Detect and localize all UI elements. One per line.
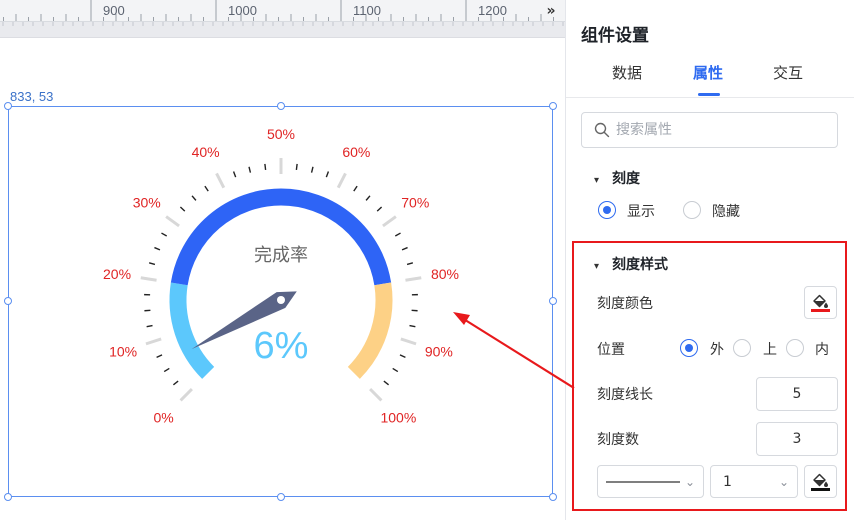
paint-bucket-icon [811,473,830,491]
gauge-minor-tick [232,171,237,178]
gauge-tick-label: 90% [425,343,453,359]
gauge-minor-tick [204,185,209,192]
gauge-tick-label: 10% [109,343,137,359]
section-scale-header[interactable]: ▾ 刻度 [594,168,640,188]
line-color-picker[interactable] [804,465,837,498]
gauge-minor-tick [146,324,153,328]
gauge-major-tick [215,172,226,189]
gauge-minor-tick [295,163,298,170]
gauge-tick-label: 0% [154,409,174,425]
line-length-input[interactable]: 5 [756,377,838,411]
design-canvas[interactable]: 900 1000 1100 1200 » 833, 53 0% 10% 20% 30%… [0,0,565,520]
gauge-tick-label: 30% [133,194,161,210]
gauge-minor-tick [172,380,179,386]
gauge-value: 6% [254,325,309,367]
scale-count-label: 刻度数 [597,432,639,448]
gauge-minor-tick [154,246,161,251]
active-tab-indicator [698,93,720,96]
gauge-segment-mid [170,188,392,286]
tab-properties[interactable]: 属性 [693,62,723,83]
gauge-minor-tick [383,380,390,386]
gauge-minor-tick [365,195,371,201]
radio-label: 外 [710,342,724,358]
radio-label: 内 [815,342,829,358]
radio-label: 显示 [627,204,655,220]
gauge-major-tick [179,388,193,402]
gauge-minor-tick [191,195,197,201]
gauge-minor-tick [179,206,186,212]
search-box[interactable] [581,112,838,148]
chevron-down-icon: ⌄ [778,475,789,489]
divider [566,97,854,98]
scale-count-input[interactable]: 3 [756,422,838,456]
solid-line-icon [606,481,680,483]
gauge-major-tick [165,215,180,228]
gauge-tick-label: 20% [103,266,131,282]
line-width-select[interactable]: 1 ⌄ [710,465,798,498]
gauge-minor-tick [325,171,330,178]
gauge-minor-tick [248,166,252,173]
gauge-major-tick [145,337,162,346]
search-input[interactable] [616,119,826,141]
color-swatch [811,309,830,312]
gauge-tick-label: 70% [401,194,429,210]
gauge-major-tick [369,388,383,402]
gauge-major-tick [336,172,347,189]
gauge-minor-tick [148,262,156,266]
search-icon [594,122,610,138]
gauge-minor-tick [161,232,168,237]
radio-label: 隐藏 [712,204,740,220]
scale-color-picker[interactable] [804,286,837,319]
line-length-label: 刻度线长 [597,387,653,403]
chevron-down-icon: ▾ [594,261,600,272]
gauge-tick-label: 100% [380,409,416,425]
gauge-major-tick [140,276,157,282]
gauge-minor-tick [310,166,314,173]
chevron-down-icon: ⌄ [684,475,695,489]
section-title: 刻度 [612,171,640,187]
chevron-down-icon: ▾ [594,175,600,186]
color-swatch [811,488,830,491]
radio-position-outside[interactable] [680,339,698,357]
scale-color-label: 刻度颜色 [597,296,653,312]
gauge-major-tick [382,215,397,228]
radio-show[interactable] [598,201,616,219]
panel-title: 组件设置 [581,26,649,46]
gauge-minor-tick [406,262,414,266]
gauge-tick-label: 40% [192,144,220,160]
gauge-minor-tick [353,185,358,192]
radio-hide[interactable] [683,201,701,219]
gauge-tick-label: 60% [342,144,370,160]
gauge-minor-tick [163,367,170,373]
gauge-title: 完成率 [254,245,308,266]
gauge-segment-high [347,282,393,379]
section-scale-style-header[interactable]: ▾ 刻度样式 [594,254,668,274]
settings-panel: 组件设置 数据 属性 交互 ▾刻度 显示 隐藏 ▾刻度样式 刻度颜色 位置 外 … [565,0,854,520]
gauge-segment-low [169,282,215,379]
tab-data[interactable]: 数据 [612,62,642,83]
section-title: 刻度样式 [612,257,668,273]
line-style-select[interactable]: ⌄ [597,465,704,498]
radio-position-on[interactable] [733,339,751,357]
gauge-minor-tick [156,354,163,358]
tab-interaction[interactable]: 交互 [773,62,803,83]
gauge-minor-tick [401,246,408,251]
paint-bucket-icon [811,294,830,312]
gauge-minor-tick [392,367,399,373]
gauge-tick-label: 80% [431,266,459,282]
radio-position-inside[interactable] [786,339,804,357]
gauge-minor-tick [394,232,401,237]
position-label: 位置 [597,342,625,358]
gauge-major-tick [400,337,417,346]
gauge-needle-pivot [277,296,285,304]
gauge-minor-tick [264,163,267,170]
line-width-value: 1 [723,474,732,490]
gauge-major-tick [405,276,422,282]
gauge-minor-tick [376,206,383,212]
gauge-tick-label: 50% [267,126,295,142]
gauge-chart: 0% 10% 20% 30% 40% 50% 60% 70% 80% 90% 100% 完成率 6% [103,126,459,425]
gauge-minor-tick [399,354,406,358]
gauge-minor-tick [409,324,416,328]
radio-label: 上 [763,342,777,358]
